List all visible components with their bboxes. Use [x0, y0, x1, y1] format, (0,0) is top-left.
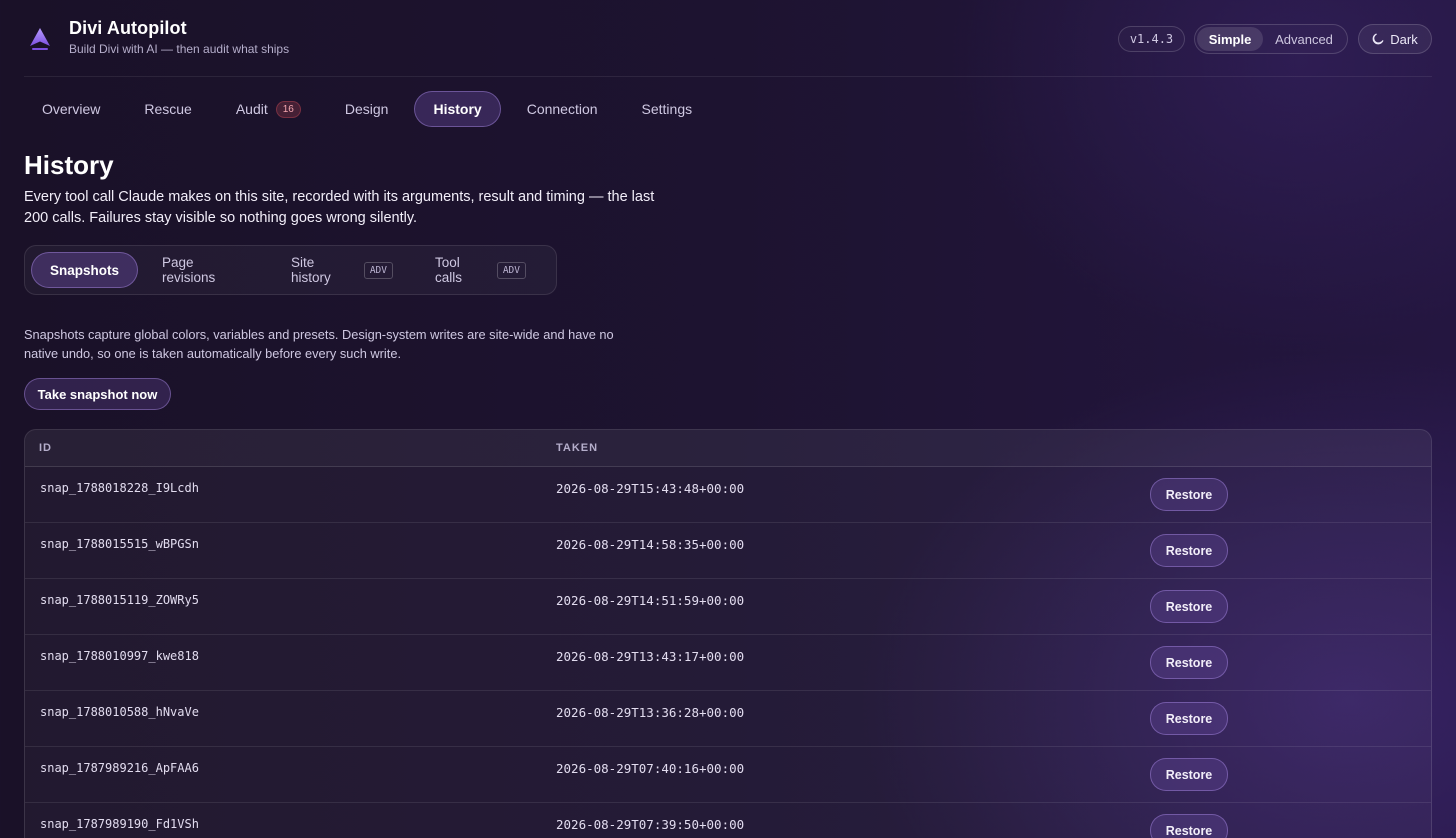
snapshot-taken: 2026-08-29T15:43:48+00:00 [556, 481, 745, 496]
table-row: snap_1787989190_Fd1VSh 2026-08-29T07:39:… [25, 803, 1431, 838]
tab-label: Connection [526, 101, 598, 117]
subtab-site-history[interactable]: Site history ADV [273, 252, 411, 288]
table-row: snap_1788018228_I9Lcdh 2026-08-29T15:43:… [25, 467, 1431, 523]
history-subtabs: Snapshots Page revisions Site history ADV… [24, 245, 557, 295]
restore-button[interactable]: Restore [1150, 646, 1228, 679]
page-description: Every tool call Claude makes on this sit… [24, 189, 655, 226]
subtab-label: Site history [290, 255, 331, 285]
theme-label: Dark [1390, 31, 1418, 47]
snapshot-id: snap_1788010588_hNvaVe [40, 705, 199, 719]
moon-icon [1372, 33, 1384, 45]
tab-history[interactable]: History [414, 91, 501, 127]
snapshot-id: snap_1787989190_Fd1VSh [40, 817, 199, 831]
subtab-snapshots[interactable]: Snapshots [31, 252, 139, 288]
subtab-page-revisions[interactable]: Page revisions [144, 252, 267, 288]
table-row: snap_1788015119_ZOWRy5 2026-08-29T14:51:… [25, 579, 1431, 635]
snapshot-taken: 2026-08-29T14:58:35+00:00 [556, 537, 745, 552]
snapshot-id: snap_1788010997_kwe818 [40, 649, 199, 663]
tab-audit[interactable]: Audit 16 [218, 91, 319, 127]
main-nav: Overview Rescue Audit 16 Design History C… [24, 90, 718, 128]
snapshot-taken: 2026-08-29T14:51:59+00:00 [556, 593, 745, 608]
tab-connection[interactable]: Connection [509, 91, 616, 127]
snapshot-id: snap_1787989216_ApFAA6 [40, 761, 199, 775]
subtab-label: Tool calls [435, 255, 463, 285]
tab-label: Settings [641, 101, 693, 117]
subtab-label: Page revisions [162, 255, 216, 285]
snapshot-taken: 2026-08-29T13:36:28+00:00 [556, 705, 745, 720]
snapshot-taken: 2026-08-29T13:43:17+00:00 [556, 649, 745, 664]
column-header-taken: TAKEN [556, 442, 599, 454]
snapshot-id: snap_1788015119_ZOWRy5 [40, 593, 199, 607]
app-subtitle: Build Divi with AI — then audit what shi… [69, 42, 290, 56]
restore-button[interactable]: Restore [1150, 590, 1228, 623]
column-header-id: ID [39, 442, 52, 454]
app-header: Divi Autopilot Build Divi with AI — then… [24, 0, 1432, 77]
logo-icon [30, 28, 50, 50]
snapshot-id: snap_1788018228_I9Lcdh [40, 481, 199, 495]
subtab-label: Snapshots [50, 262, 120, 278]
restore-button[interactable]: Restore [1150, 702, 1228, 735]
tab-design[interactable]: Design [327, 91, 407, 127]
table-body: snap_1788018228_I9Lcdh 2026-08-29T15:43:… [25, 467, 1431, 838]
table-row: snap_1788010588_hNvaVe 2026-08-29T13:36:… [25, 691, 1431, 747]
restore-button[interactable]: Restore [1150, 478, 1228, 511]
snapshot-taken: 2026-08-29T07:39:50+00:00 [556, 817, 745, 832]
subtab-tool-calls[interactable]: Tool calls ADV [417, 252, 544, 288]
take-snapshot-button[interactable]: Take snapshot now [24, 378, 171, 410]
snapshot-taken: 2026-08-29T07:40:16+00:00 [556, 761, 745, 776]
table-row: snap_1788010997_kwe818 2026-08-29T13:43:… [25, 635, 1431, 691]
tab-settings[interactable]: Settings [624, 91, 711, 127]
snapshot-id: snap_1788015515_wBPGSn [40, 537, 199, 551]
snapshots-table: ID TAKEN snap_1788018228_I9Lcdh 2026-08-… [24, 429, 1432, 838]
tab-label: Design [344, 101, 389, 117]
audit-count-badge: 16 [275, 100, 301, 118]
version-badge: v1.4.3 [1118, 26, 1185, 52]
adv-tag: ADV [496, 261, 526, 279]
mode-toggle: Simple Advanced [1194, 24, 1348, 54]
table-row: snap_1787989216_ApFAA6 2026-08-29T07:40:… [25, 747, 1431, 803]
theme-toggle-button[interactable]: Dark [1358, 24, 1432, 54]
tab-label: History [433, 101, 482, 117]
mode-advanced-button[interactable]: Advanced [1263, 27, 1345, 51]
tab-rescue[interactable]: Rescue [126, 91, 209, 127]
tab-label: Overview [42, 101, 101, 117]
app-title: Divi Autopilot [69, 18, 187, 38]
restore-button[interactable]: Restore [1150, 758, 1228, 791]
restore-button[interactable]: Restore [1150, 814, 1228, 838]
tab-label: Rescue [144, 101, 192, 117]
adv-tag: ADV [363, 261, 393, 279]
table-row: snap_1788015515_wBPGSn 2026-08-29T14:58:… [25, 523, 1431, 579]
table-header: ID TAKEN [25, 430, 1431, 467]
snapshots-info: Snapshots capture global colors, variabl… [24, 327, 614, 361]
tab-overview[interactable]: Overview [24, 91, 118, 127]
tab-label: Audit [235, 101, 268, 117]
mode-simple-button[interactable]: Simple [1197, 27, 1263, 51]
restore-button[interactable]: Restore [1150, 534, 1228, 567]
page-title: History [24, 150, 114, 180]
